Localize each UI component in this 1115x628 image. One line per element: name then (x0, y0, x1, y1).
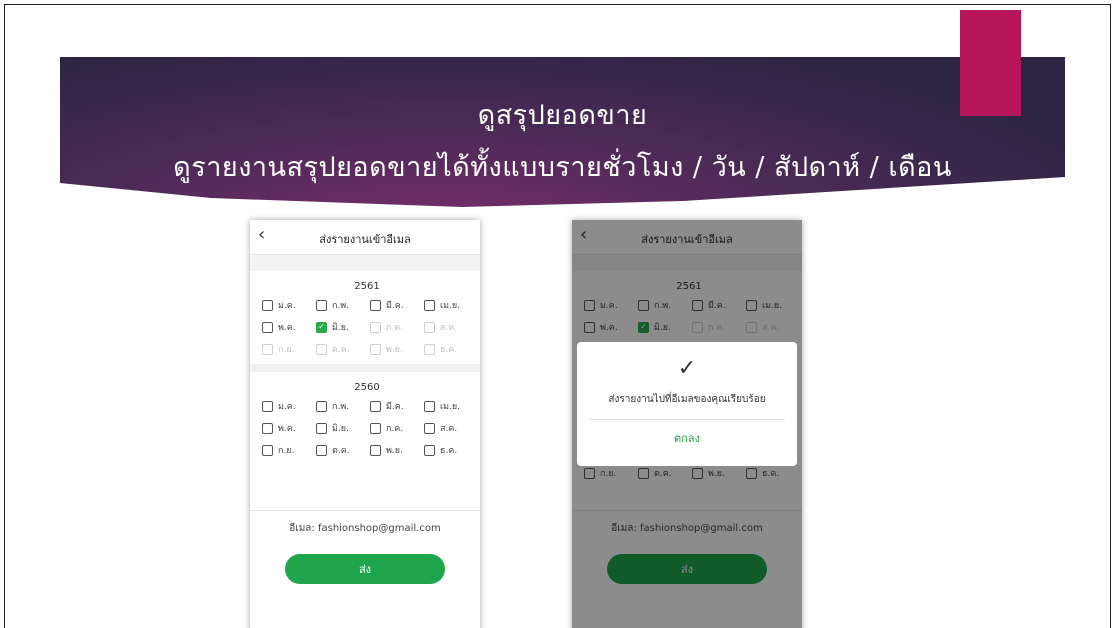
checkbox-icon (316, 400, 327, 412)
slide: ดูสรุปยอดขาย ดูรายงานสรุปยอดขายได้ทั้งแบ… (4, 4, 1111, 628)
month-checkbox[interactable]: ก.พ. (316, 298, 370, 312)
month-label: ก.ค. (386, 323, 404, 333)
month-checkbox[interactable]: มี.ค. (370, 298, 424, 312)
month-label: ก.ค. (386, 424, 404, 434)
month-checkbox: ก.ย. (262, 342, 316, 356)
month-label: มิ.ย. (332, 323, 349, 333)
phone-screen-report-form: ‹ ส่งรายงานเข้าอีเมล 2561 ม.ค. ก.พ. มี.ค. เ… (250, 220, 480, 628)
month-checkbox[interactable]: ม.ค. (262, 298, 316, 312)
month-checkbox[interactable]: ก.พ. (316, 399, 370, 413)
month-checkbox[interactable]: ก.ย. (262, 443, 316, 457)
checkbox-icon (316, 444, 327, 456)
month-label: ต.ค. (332, 446, 350, 456)
month-grid: ม.ค. ก.พ. มี.ค. เม.ย. พ.ค. มิ.ย. ก.ค. ส.ค. ก.ย. ต… (262, 399, 472, 457)
send-button[interactable]: ส่ง (285, 554, 445, 584)
checked-box-icon: ✓ (316, 321, 327, 333)
success-dialog: ✓ ส่งรายงานไปที่อีเมลของคุณเรียบร้อย ตกล… (577, 342, 797, 466)
month-checkbox[interactable]: มี.ค. (370, 399, 424, 413)
month-label: ธ.ค. (440, 345, 458, 355)
month-label: พ.ย. (386, 345, 403, 355)
month-label: มิ.ย. (332, 424, 349, 434)
checkmark-icon: ✓ (677, 356, 697, 381)
month-label: มี.ค. (386, 301, 404, 311)
month-label: ก.ย. (278, 446, 295, 456)
month-checkbox: พ.ย. (370, 342, 424, 356)
checkbox-icon (370, 422, 381, 434)
dialog-divider (589, 419, 785, 420)
spacer (250, 255, 480, 271)
app-header: ‹ ส่งรายงานเข้าอีเมล (250, 220, 480, 255)
month-label: พ.ค. (278, 424, 296, 434)
checkbox-icon (262, 321, 273, 333)
screen-title: ส่งรายงานเข้าอีเมล (319, 233, 411, 246)
month-checkbox: ธ.ค. (424, 342, 478, 356)
checkbox-icon (316, 343, 327, 355)
month-label: ส.ค. (440, 323, 458, 333)
month-checkbox[interactable]: เม.ย. (424, 399, 478, 413)
month-checkbox[interactable]: ม.ค. (262, 399, 316, 413)
month-label: พ.ย. (386, 446, 403, 456)
month-label: ก.พ. (332, 301, 350, 311)
month-label: พ.ค. (278, 323, 296, 333)
section-divider (250, 364, 480, 372)
checkbox-icon (424, 444, 435, 456)
month-label: ส.ค. (440, 424, 458, 434)
month-label: ก.พ. (332, 402, 350, 412)
month-checkbox[interactable]: มิ.ย. (316, 421, 370, 435)
ok-button[interactable]: ตกลง (577, 429, 797, 447)
month-checkbox: ก.ค. (370, 320, 424, 334)
slide-title: ดูสรุปยอดขาย (477, 100, 648, 131)
checkbox-icon (424, 343, 435, 355)
month-checkbox[interactable]: ก.ค. (370, 421, 424, 435)
month-label: เม.ย. (440, 402, 461, 412)
checkbox-icon (316, 422, 327, 434)
month-label: ธ.ค. (440, 446, 458, 456)
month-label: ก.ย. (278, 345, 295, 355)
year-section-2561: 2561 ม.ค. ก.พ. มี.ค. เม.ย. พ.ค. ✓ มิ.ย. ก.ค. ส.ค… (250, 271, 480, 364)
checkbox-icon (424, 400, 435, 412)
checkbox-icon (262, 299, 273, 311)
month-checkbox[interactable]: ส.ค. (424, 421, 478, 435)
checkbox-icon (424, 299, 435, 311)
month-checkbox[interactable]: ต.ค. (316, 443, 370, 457)
year-label: 2561 (354, 281, 380, 292)
year-label: 2560 (354, 382, 380, 393)
month-checkbox: ต.ค. (316, 342, 370, 356)
phone-screen-confirmation: ‹ ส่งรายงานเข้าอีเมล 2561 ม.ค. ก.พ. มี.ค. เ… (572, 220, 802, 628)
year-section-2560: 2560 ม.ค. ก.พ. มี.ค. เม.ย. พ.ค. มิ.ย. ก.ค. ส.ค.… (250, 372, 480, 465)
month-checkbox[interactable]: พ.ค. (262, 320, 316, 334)
checkbox-icon (262, 343, 273, 355)
email-label: อีเมล: fashionshop@gmail.com (250, 510, 480, 536)
checkbox-icon (262, 444, 273, 456)
dialog-message: ส่งรายงานไปที่อีเมลของคุณเรียบร้อย (608, 394, 766, 405)
month-label: เม.ย. (440, 301, 461, 311)
month-checkbox[interactable]: เม.ย. (424, 298, 478, 312)
month-checkbox[interactable]: ธ.ค. (424, 443, 478, 457)
checkbox-icon (370, 299, 381, 311)
checkbox-icon (370, 343, 381, 355)
checkbox-icon (424, 321, 435, 333)
month-label: ต.ค. (332, 345, 350, 355)
checkbox-icon (370, 444, 381, 456)
month-grid: ม.ค. ก.พ. มี.ค. เม.ย. พ.ค. ✓ มิ.ย. ก.ค. ส.ค. ก.ย.… (262, 298, 472, 356)
checkbox-icon (262, 400, 273, 412)
slide-subtitle: ดูรายงานสรุปยอดขายได้ทั้งแบบรายชั่วโมง /… (173, 152, 952, 183)
checkbox-icon (370, 321, 381, 333)
checkbox-icon (424, 422, 435, 434)
month-checkbox: ส.ค. (424, 320, 478, 334)
month-label: มี.ค. (386, 402, 404, 412)
checkbox-icon (370, 400, 381, 412)
month-checkbox[interactable]: พ.ย. (370, 443, 424, 457)
month-label: ม.ค. (278, 402, 296, 412)
month-label: ม.ค. (278, 301, 296, 311)
month-checkbox[interactable]: พ.ค. (262, 421, 316, 435)
checkbox-icon (316, 299, 327, 311)
checkbox-icon (262, 422, 273, 434)
month-checkbox[interactable]: ✓ มิ.ย. (316, 320, 370, 334)
